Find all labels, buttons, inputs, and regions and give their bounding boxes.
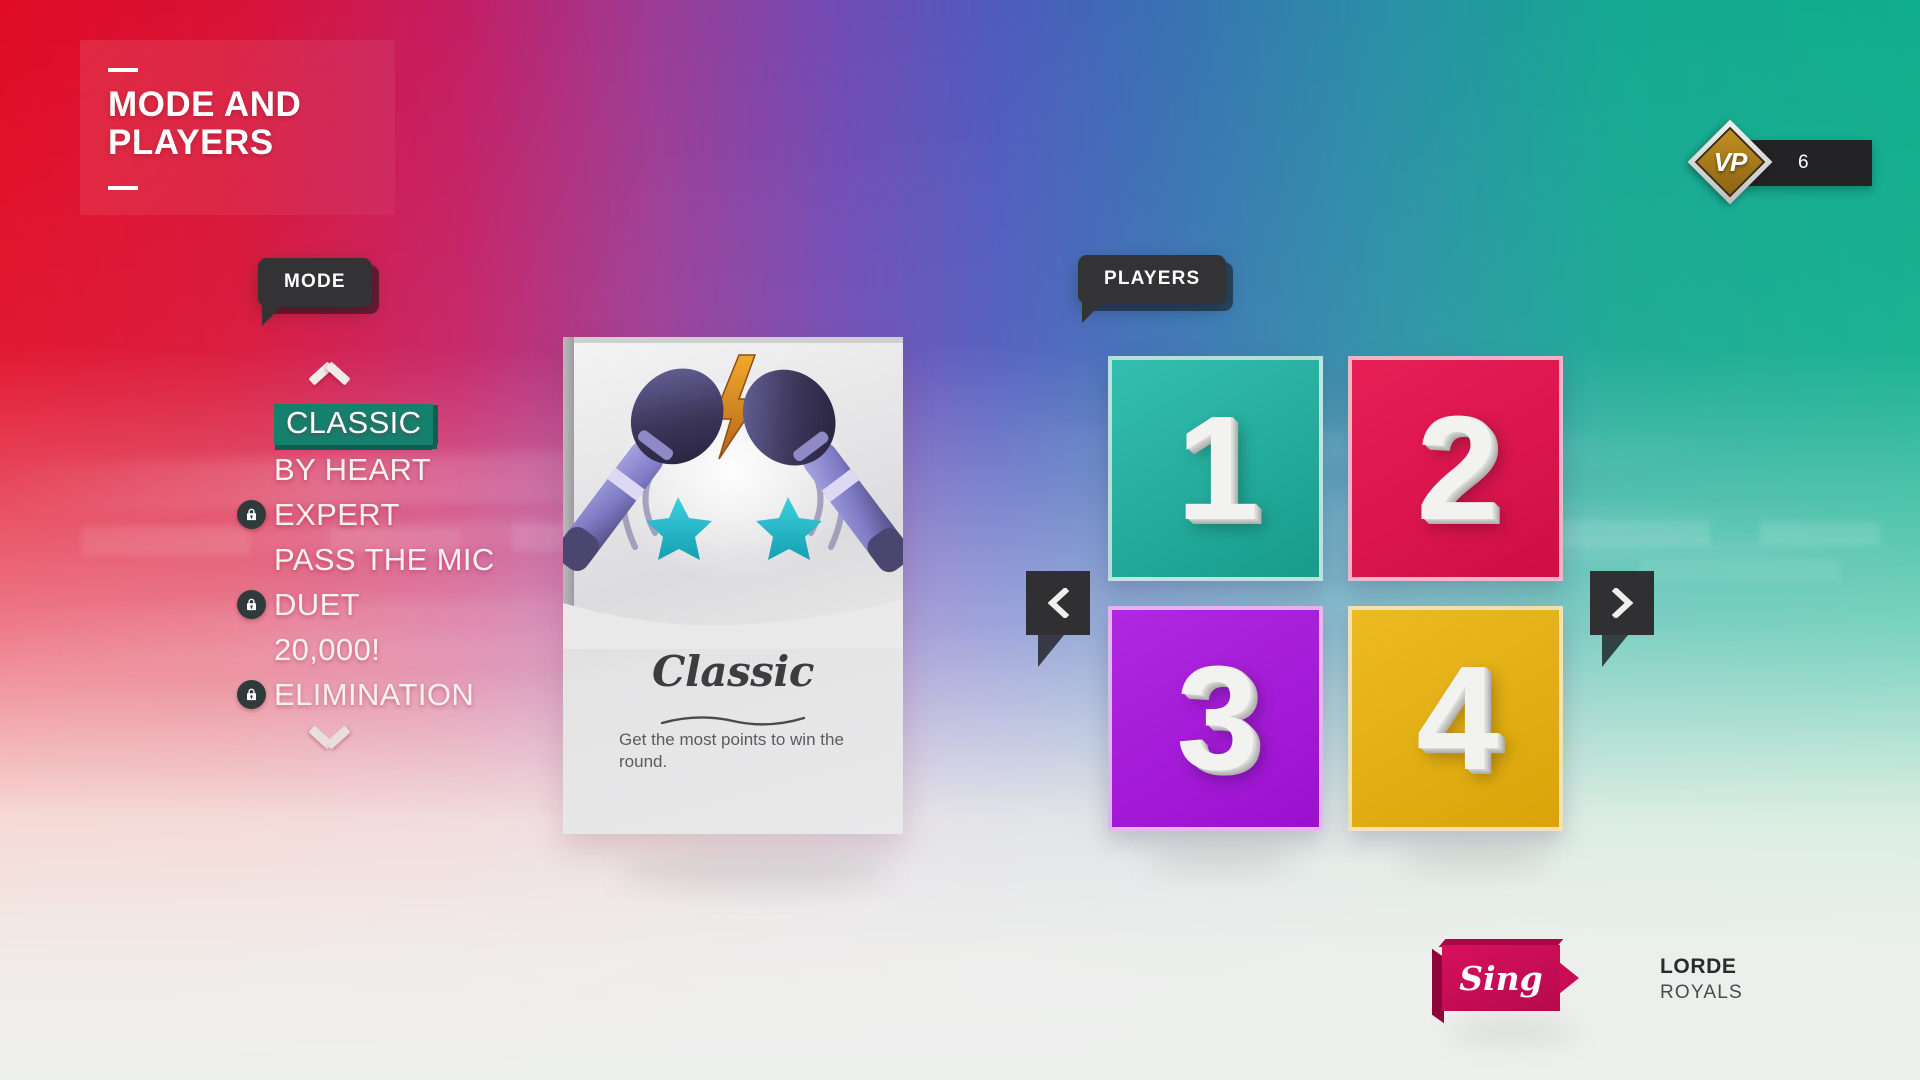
card-wave-divider — [563, 599, 903, 649]
title-rule-bottom — [108, 185, 138, 190]
title-rule-top — [108, 68, 138, 72]
mode-item-label: PASS THE MIC — [274, 541, 495, 577]
vp-badge: 6 VP — [1687, 119, 1880, 205]
vp-label: VP — [1713, 146, 1748, 177]
lock-icon — [236, 590, 266, 619]
sing-button-label: Sing — [1459, 958, 1543, 998]
mode-item-elimination[interactable]: ELIMINATION — [228, 672, 558, 717]
song-artist: LORDE — [1660, 955, 1737, 978]
player-count-tile-3[interactable]: 3 — [1108, 606, 1323, 831]
mode-item-lock-slot — [228, 500, 274, 529]
card-description: Get the most points to win the round. — [619, 730, 844, 771]
mode-item-label: EXPERT — [274, 496, 400, 532]
mode-item-expert[interactable]: EXPERT — [228, 492, 558, 537]
page-title: MODE AND PLAYERS — [108, 85, 302, 162]
chevron-right-icon[interactable] — [1590, 571, 1654, 667]
mode-item-label: CLASSIC — [274, 404, 434, 445]
player-count-tile-1[interactable]: 1 — [1108, 356, 1323, 581]
sing-ground-shadow — [1448, 1020, 1578, 1042]
tile-number: 2 — [1416, 385, 1498, 551]
crossed-microphones-icon — [563, 337, 903, 637]
card-title: Classic — [652, 647, 814, 696]
mode-detail-card: Classic Get the most points to win the r… — [563, 337, 903, 834]
mode-item-20-000[interactable]: 20,000! — [228, 627, 558, 672]
sing-button-face[interactable]: Sing — [1442, 945, 1579, 1011]
page-title-panel: MODE AND PLAYERS — [80, 40, 395, 215]
players-section-label: PLAYERS — [1078, 255, 1227, 323]
tile-ground-shadow-right — [1400, 845, 1550, 871]
mode-item-label: 20,000! — [274, 631, 381, 667]
mode-bubble-text: MODE — [284, 271, 346, 292]
chevron-down-icon[interactable] — [308, 727, 352, 753]
mode-item-pass-the-mic[interactable]: PASS THE MIC — [228, 537, 558, 582]
song-title: ROYALS — [1660, 982, 1743, 1003]
lock-icon — [236, 500, 266, 529]
mode-item-lock-slot — [228, 680, 274, 709]
bubble-tail — [262, 304, 284, 326]
tile-number: 1 — [1176, 385, 1258, 551]
sing-button[interactable]: Sing — [1432, 939, 1579, 1024]
screen-root: MODE AND PLAYERS 6 VP MODE CLASSIC BY HEA… — [0, 0, 1920, 1080]
card-ground-shadow — [620, 855, 890, 889]
mode-item-label: DUET — [274, 586, 360, 622]
chevron-up-icon[interactable] — [308, 360, 352, 386]
mode-item-lock-slot — [228, 590, 274, 619]
mode-item-duet[interactable]: DUET — [228, 582, 558, 627]
mode-section-label: MODE — [258, 258, 372, 326]
lock-icon — [236, 680, 266, 709]
chevron-left-icon[interactable] — [1026, 571, 1090, 667]
mode-item-label: ELIMINATION — [274, 676, 475, 712]
tile-number: 4 — [1416, 635, 1498, 801]
mode-item-by-heart[interactable]: BY HEART — [228, 447, 558, 492]
tile-number: 3 — [1176, 635, 1258, 801]
bubble-tail — [1082, 301, 1104, 323]
mode-item-label: BY HEART — [274, 451, 432, 487]
mode-list[interactable]: CLASSIC BY HEART EXPERT PASS THE MIC DUET 20,… — [228, 360, 558, 753]
player-count-tile-2[interactable]: 2 — [1348, 356, 1563, 581]
players-bubble-text: PLAYERS — [1104, 268, 1201, 289]
mode-item-classic[interactable]: CLASSIC — [228, 402, 558, 447]
players-grid[interactable]: 1 2 3 4 — [1108, 356, 1563, 831]
tile-ground-shadow-left — [1145, 845, 1295, 871]
player-count-tile-4[interactable]: 4 — [1348, 606, 1563, 831]
now-playing-info: LORDE ROYALS — [1660, 955, 1743, 1004]
mode-items-container: CLASSIC BY HEART EXPERT PASS THE MIC DUET 20,… — [228, 402, 558, 717]
